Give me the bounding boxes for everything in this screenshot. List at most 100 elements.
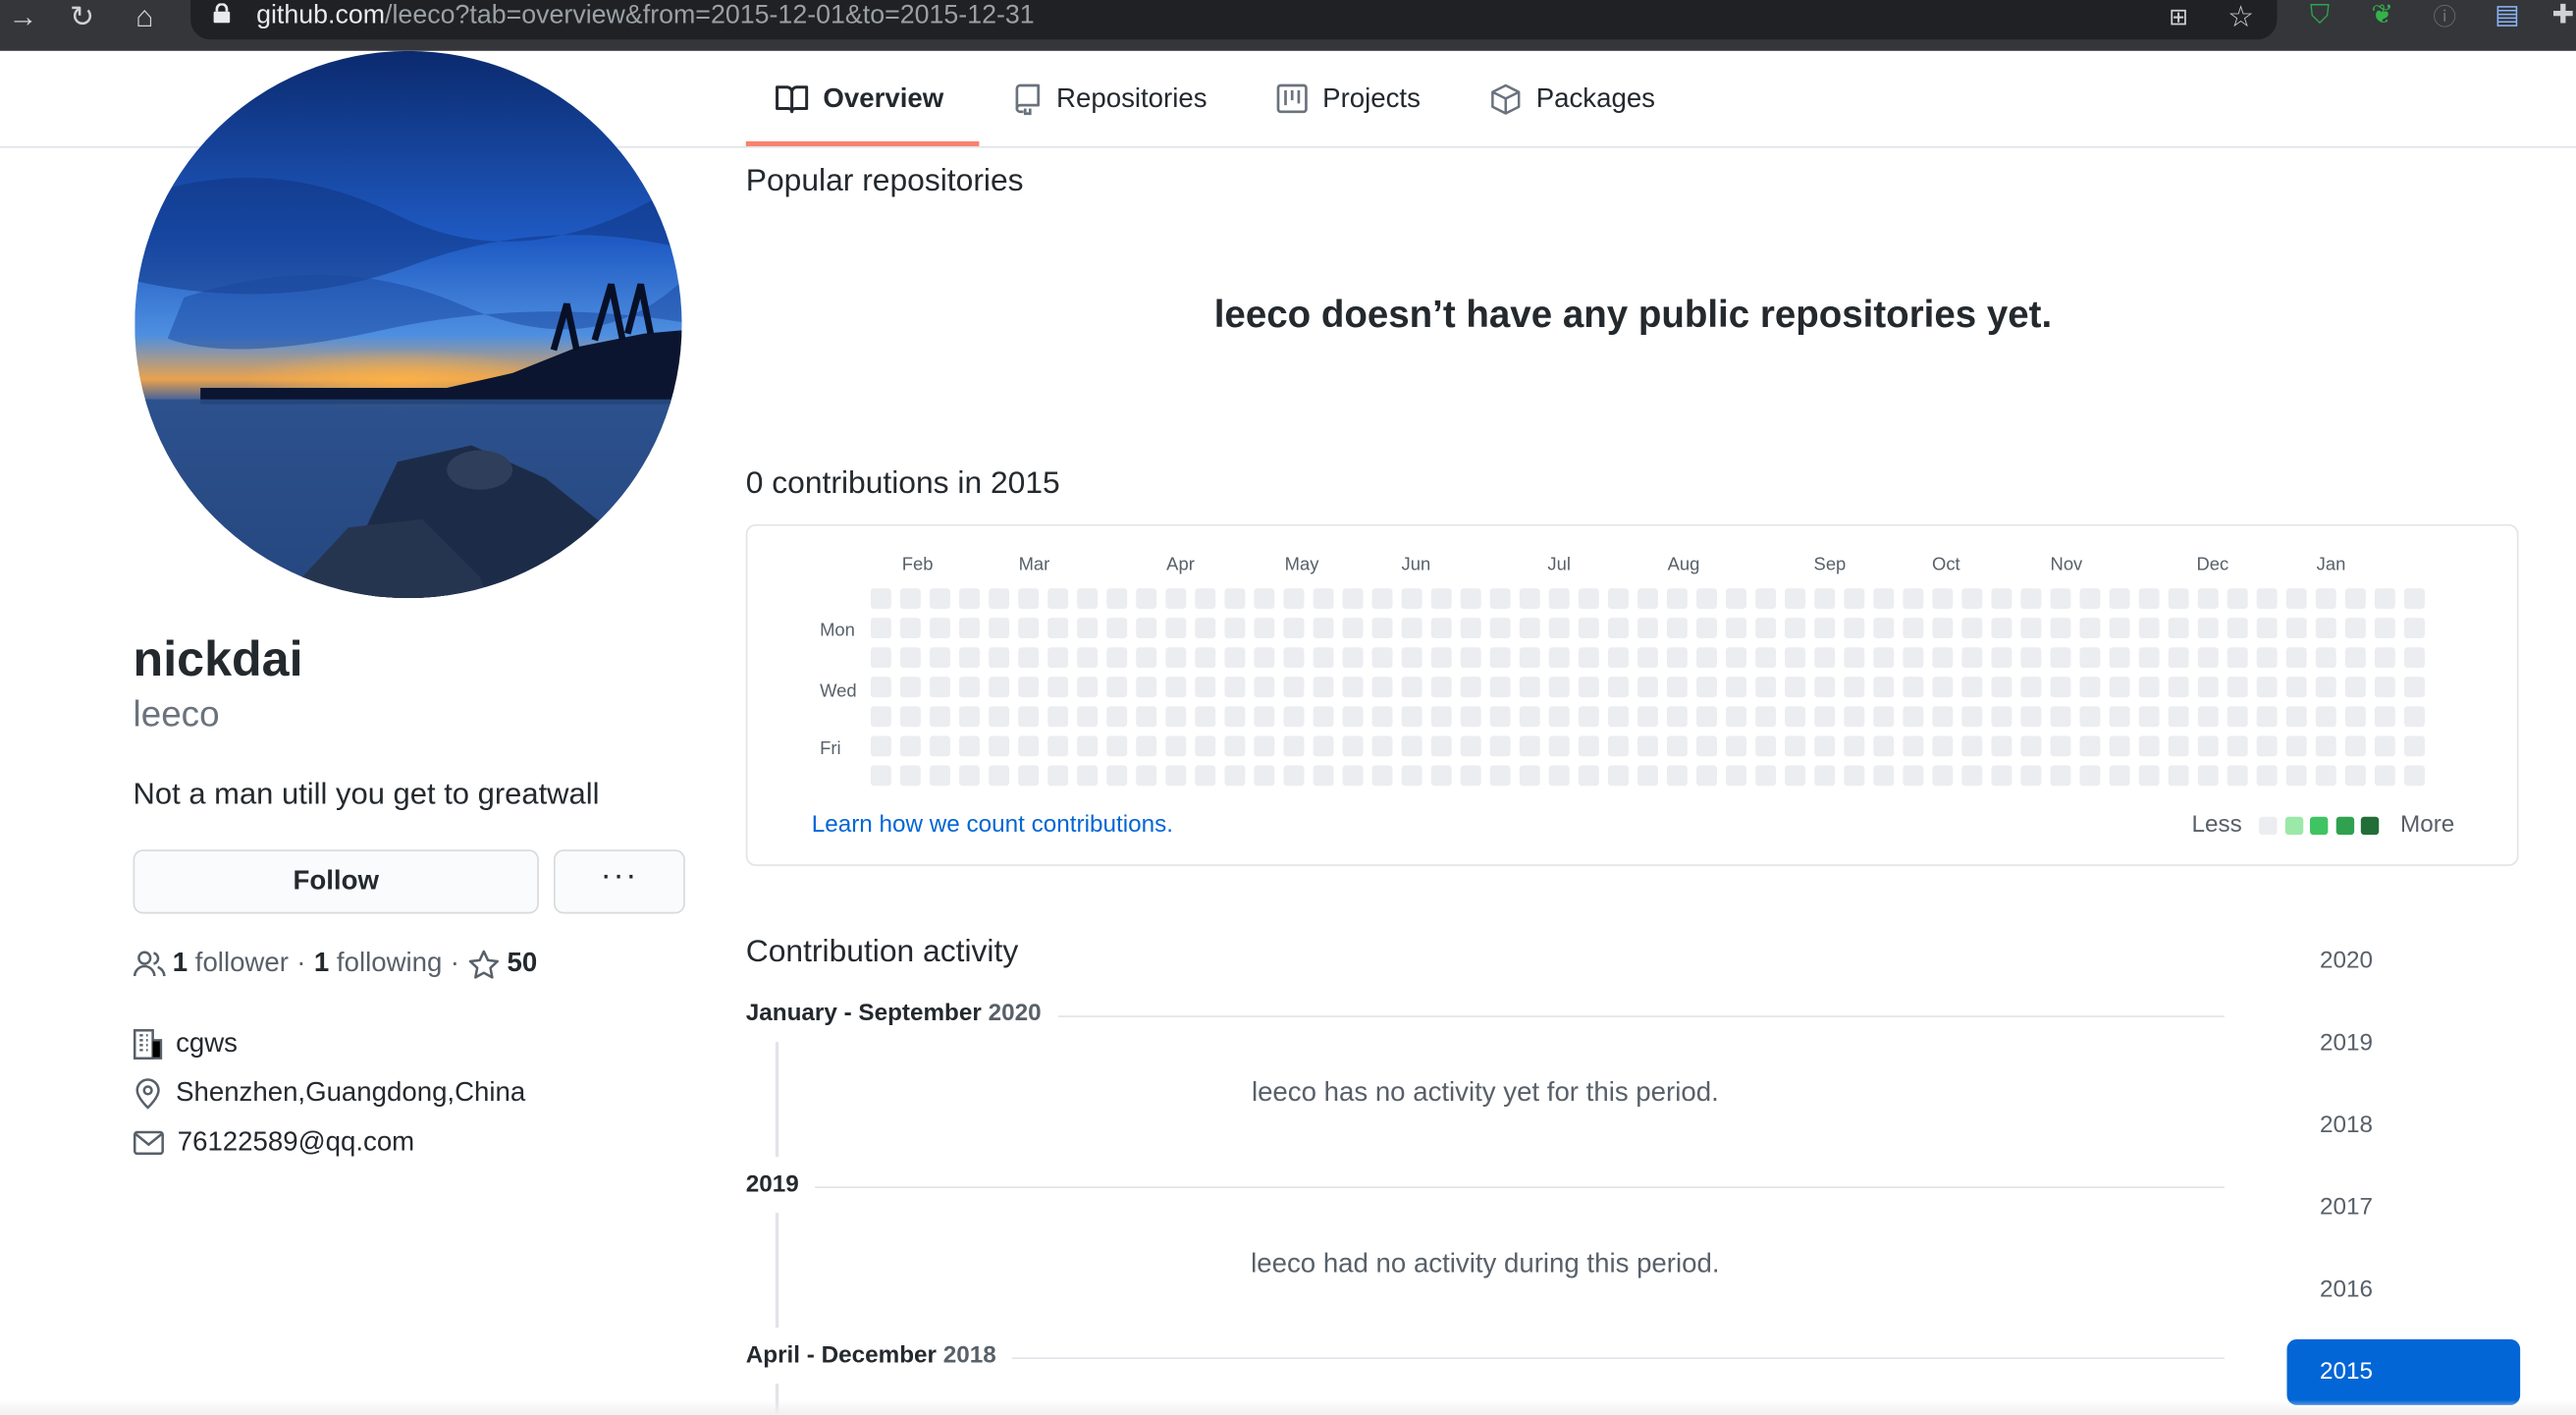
contribution-day-cell[interactable] <box>1637 765 1658 787</box>
contribution-day-cell[interactable] <box>1578 647 1599 669</box>
contribution-day-cell[interactable] <box>1283 706 1305 728</box>
contribution-day-cell[interactable] <box>1932 618 1954 638</box>
contribution-day-cell[interactable] <box>1608 677 1629 698</box>
contribution-day-cell[interactable] <box>2197 765 2219 787</box>
contribution-day-cell[interactable] <box>1785 618 1806 638</box>
contribution-day-cell[interactable] <box>1254 618 1275 638</box>
contribution-day-cell[interactable] <box>1932 706 1954 728</box>
contribution-day-cell[interactable] <box>1785 765 1806 787</box>
contribution-day-cell[interactable] <box>2020 706 2042 728</box>
contribution-day-cell[interactable] <box>958 647 980 669</box>
contribution-day-cell[interactable] <box>1873 677 1895 698</box>
contribution-day-cell[interactable] <box>1961 588 1983 610</box>
contribution-day-cell[interactable] <box>2256 588 2278 610</box>
stars-link[interactable]: 50 <box>467 949 537 980</box>
contribution-day-cell[interactable] <box>1430 618 1452 638</box>
contribution-day-cell[interactable] <box>2079 677 2101 698</box>
contribution-day-cell[interactable] <box>1666 588 1688 610</box>
contribution-day-cell[interactable] <box>1637 677 1658 698</box>
contribution-day-cell[interactable] <box>899 677 921 698</box>
contribution-day-cell[interactable] <box>1077 647 1099 669</box>
contribution-day-cell[interactable] <box>1342 618 1364 638</box>
contribution-day-cell[interactable] <box>1666 647 1688 669</box>
contribution-day-cell[interactable] <box>2256 677 2278 698</box>
contribution-day-cell[interactable] <box>1047 677 1069 698</box>
contribution-day-cell[interactable] <box>1932 588 1954 610</box>
contribution-day-cell[interactable] <box>1814 765 1836 787</box>
contribution-day-cell[interactable] <box>2138 677 2160 698</box>
contribution-day-cell[interactable] <box>989 618 1010 638</box>
contribution-day-cell[interactable] <box>1991 735 2012 757</box>
contribution-day-cell[interactable] <box>1401 647 1422 669</box>
contribution-day-cell[interactable] <box>2079 706 2101 728</box>
contribution-day-cell[interactable] <box>1489 765 1511 787</box>
contribution-day-cell[interactable] <box>2168 765 2189 787</box>
contribution-day-cell[interactable] <box>2344 588 2366 610</box>
contribution-day-cell[interactable] <box>1047 765 1069 787</box>
contribution-day-cell[interactable] <box>1224 677 1246 698</box>
contribution-day-cell[interactable] <box>1637 647 1658 669</box>
contribution-day-cell[interactable] <box>2256 647 2278 669</box>
contribution-day-cell[interactable] <box>930 618 950 638</box>
contribution-day-cell[interactable] <box>2403 588 2425 610</box>
contribution-day-cell[interactable] <box>870 765 891 787</box>
contribution-day-cell[interactable] <box>1548 735 1570 757</box>
contribution-day-cell[interactable] <box>1637 588 1658 610</box>
contribution-day-cell[interactable] <box>1077 618 1099 638</box>
contribution-day-cell[interactable] <box>989 765 1010 787</box>
contribution-day-cell[interactable] <box>1844 588 1865 610</box>
contribution-day-cell[interactable] <box>1254 706 1275 728</box>
contribution-day-cell[interactable] <box>2315 735 2336 757</box>
contribution-day-cell[interactable] <box>1726 735 1746 757</box>
contribution-day-cell[interactable] <box>2403 735 2425 757</box>
contribution-day-cell[interactable] <box>1077 706 1099 728</box>
contribution-day-cell[interactable] <box>1873 706 1895 728</box>
contribution-day-cell[interactable] <box>2109 588 2130 610</box>
contribution-day-cell[interactable] <box>2256 706 2278 728</box>
contribution-day-cell[interactable] <box>1165 677 1187 698</box>
contribution-day-cell[interactable] <box>1666 677 1688 698</box>
contribution-day-cell[interactable] <box>1637 618 1658 638</box>
contribution-day-cell[interactable] <box>1430 677 1452 698</box>
contribution-day-cell[interactable] <box>2227 706 2248 728</box>
contribution-day-cell[interactable] <box>1489 647 1511 669</box>
contribution-day-cell[interactable] <box>1726 647 1746 669</box>
contribution-day-cell[interactable] <box>1785 588 1806 610</box>
contribution-day-cell[interactable] <box>2079 618 2101 638</box>
home-icon[interactable]: ⌂ <box>125 0 164 32</box>
contribution-day-cell[interactable] <box>1755 706 1777 728</box>
contribution-day-cell[interactable] <box>2227 647 2248 669</box>
contribution-day-cell[interactable] <box>1195 735 1216 757</box>
contribution-day-cell[interactable] <box>1696 588 1717 610</box>
contribution-day-cell[interactable] <box>1548 677 1570 698</box>
contribution-day-cell[interactable] <box>1224 706 1246 728</box>
contribution-day-cell[interactable] <box>1578 677 1599 698</box>
contribution-day-cell[interactable] <box>1814 735 1836 757</box>
contribution-day-cell[interactable] <box>930 588 950 610</box>
contribution-day-cell[interactable] <box>1519 706 1540 728</box>
extension-shield-icon[interactable]: ⛉ <box>2300 0 2339 32</box>
contribution-day-cell[interactable] <box>2285 677 2307 698</box>
year-link-2015[interactable]: 2015 <box>2286 1338 2521 1405</box>
contribution-day-cell[interactable] <box>2020 735 2042 757</box>
contribution-day-cell[interactable] <box>1224 618 1246 638</box>
contribution-day-cell[interactable] <box>2197 618 2219 638</box>
contribution-day-cell[interactable] <box>1195 677 1216 698</box>
contribution-day-cell[interactable] <box>1165 735 1187 757</box>
contribution-day-cell[interactable] <box>1401 588 1422 610</box>
contribution-day-cell[interactable] <box>1077 765 1099 787</box>
evernote-icon[interactable]: ❦ <box>2362 0 2401 32</box>
contribution-day-cell[interactable] <box>1961 765 1983 787</box>
contribution-day-cell[interactable] <box>1313 588 1334 610</box>
contribution-day-cell[interactable] <box>1844 618 1865 638</box>
contribution-day-cell[interactable] <box>1460 647 1481 669</box>
contribution-day-cell[interactable] <box>899 735 921 757</box>
contribution-day-cell[interactable] <box>1401 618 1422 638</box>
contribution-day-cell[interactable] <box>2374 735 2395 757</box>
contribution-day-cell[interactable] <box>2168 647 2189 669</box>
contribution-day-cell[interactable] <box>1696 765 1717 787</box>
contribution-day-cell[interactable] <box>1106 706 1128 728</box>
contribution-day-cell[interactable] <box>1195 588 1216 610</box>
contribution-day-cell[interactable] <box>1430 765 1452 787</box>
contribution-day-cell[interactable] <box>899 647 921 669</box>
